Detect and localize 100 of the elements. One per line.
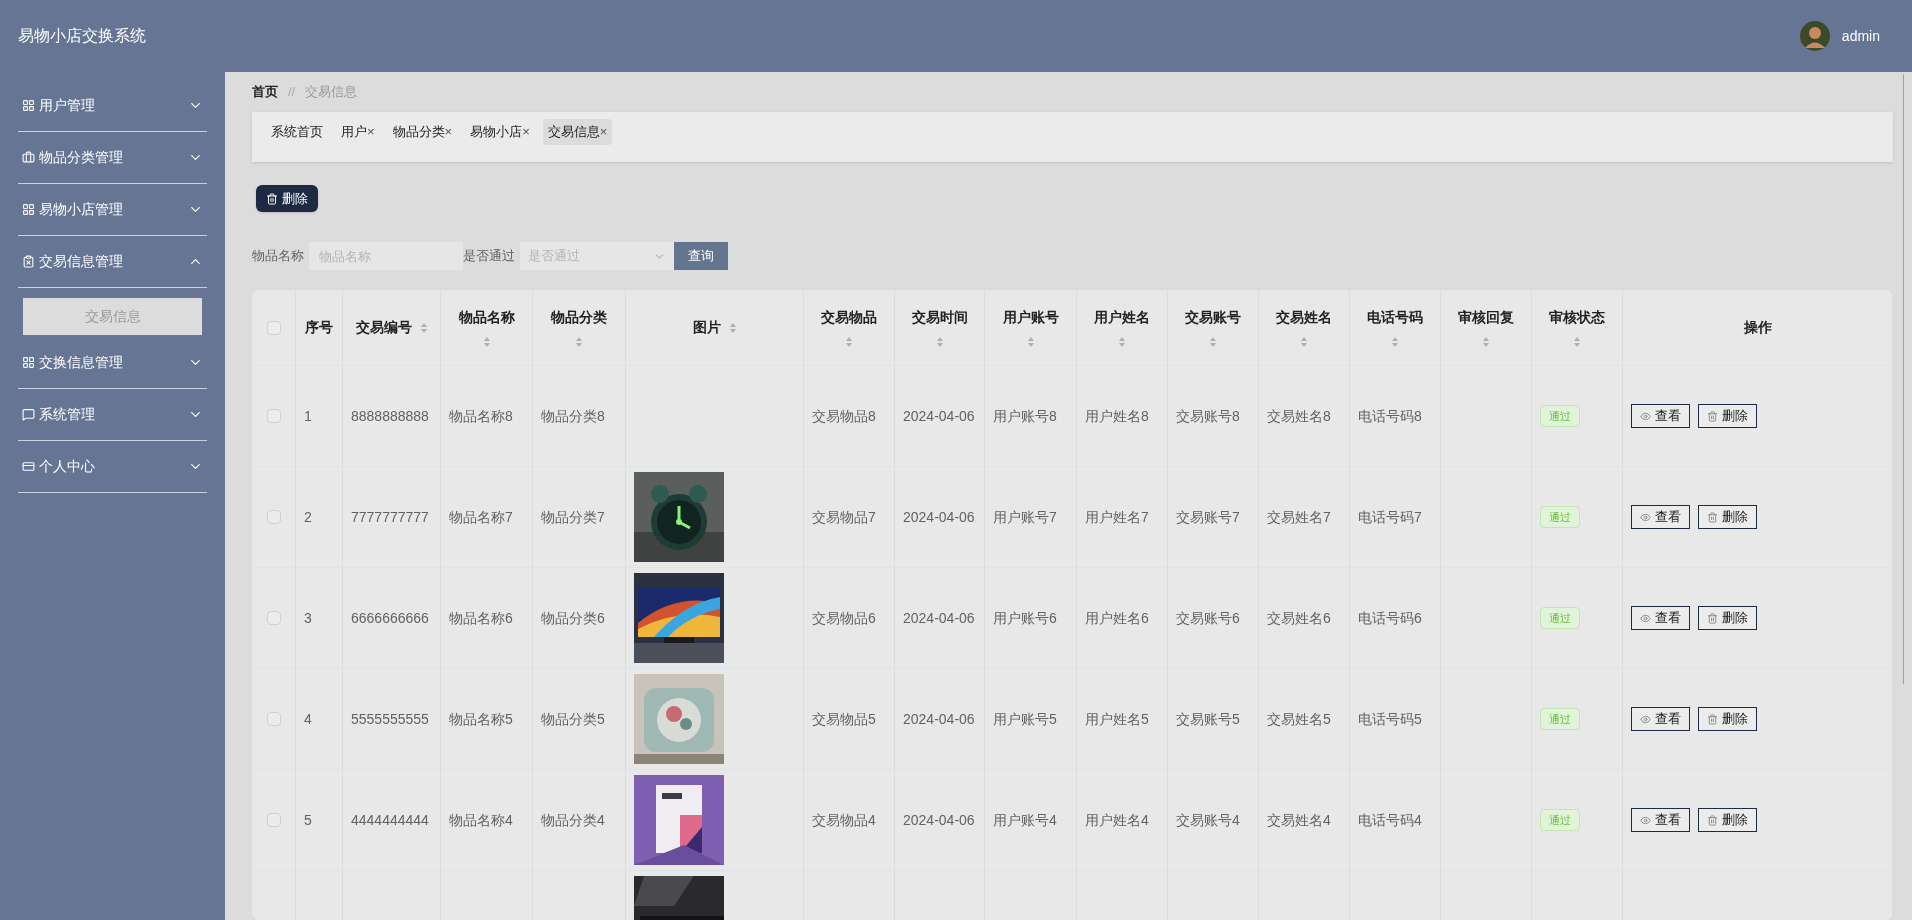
card-icon [22, 460, 35, 473]
table-cell-text: 物品分类5 [541, 709, 605, 729]
user-name[interactable]: admin [1841, 25, 1880, 47]
tab[interactable]: 用户× [336, 119, 380, 145]
column-header: 电话号码 [1367, 308, 1423, 327]
table-cell-text: 电话号码4 [1358, 810, 1422, 830]
sort-icon[interactable] [1391, 336, 1399, 348]
sort-icon[interactable] [575, 336, 583, 348]
sort-icon[interactable] [1573, 336, 1581, 348]
column-header: 物品名称 [458, 308, 515, 327]
column-header: 交易姓名 [1276, 308, 1332, 327]
eye-icon [1640, 612, 1651, 624]
sidebar-item[interactable]: 系统管理 [18, 389, 207, 441]
sidebar-item[interactable]: 交换信息管理 [18, 337, 207, 389]
table-cell-text: 2024-04-06 [903, 507, 975, 527]
eye-icon [1640, 814, 1651, 826]
trash-icon [1707, 814, 1718, 826]
table-cell-text: 交易姓名4 [1267, 810, 1331, 830]
table-cell-text: 1 [304, 406, 312, 426]
status-tag: 通过 [1540, 505, 1580, 529]
tab[interactable]: 交易信息× [542, 119, 613, 145]
tab[interactable]: 系统首页 [266, 119, 328, 145]
table-cell-text: 2024-04-06 [903, 406, 975, 426]
table-cell-text: 用户账号4 [993, 810, 1057, 830]
sort-icon[interactable] [1026, 336, 1035, 348]
tab[interactable]: 易物小店× [465, 119, 535, 145]
table-cell-text: 交易物品4 [812, 810, 876, 830]
table-cell-text: 交易账号5 [1176, 709, 1240, 729]
table-cell-text: 物品名称4 [449, 810, 513, 830]
column-header: 用户账号 [1002, 308, 1059, 327]
sort-icon[interactable] [419, 321, 428, 334]
sort-icon[interactable] [845, 336, 853, 348]
sort-icon[interactable] [1118, 336, 1126, 348]
sort-icon[interactable] [1209, 336, 1217, 348]
checkbox[interactable] [266, 813, 281, 827]
view-button[interactable]: 查看 [1631, 404, 1690, 428]
sort-icon[interactable] [1300, 336, 1308, 348]
view-button[interactable]: 查看 [1631, 707, 1690, 731]
trash-icon [1707, 410, 1718, 422]
table-cell-text: 用户姓名7 [1085, 507, 1149, 527]
table-cell-text: 5555555555 [351, 709, 429, 729]
table-cell-text: 物品名称8 [449, 406, 513, 426]
table-cell-text: 物品名称6 [449, 608, 513, 628]
trash-icon [266, 192, 278, 205]
sidebar-item[interactable]: 物品分类管理 [18, 132, 207, 184]
table-cell-text: 2024-04-06 [903, 608, 975, 628]
table-cell-text: 6666666666 [351, 608, 429, 628]
view-button[interactable]: 查看 [1631, 606, 1690, 630]
sort-icon[interactable] [728, 321, 737, 334]
column-header: 审核状态 [1549, 308, 1605, 327]
view-button[interactable]: 查看 [1631, 505, 1690, 529]
checkbox[interactable] [266, 712, 281, 726]
table-cell-text: 交易姓名5 [1267, 709, 1331, 729]
tab[interactable]: 物品分类× [387, 119, 458, 145]
delete-button[interactable]: 删除 [1698, 606, 1757, 630]
checkbox[interactable] [266, 611, 281, 625]
delete-button[interactable]: 删除 [1698, 707, 1757, 731]
column-header: 审核回复 [1458, 308, 1514, 327]
table-cell-text: 交易物品5 [812, 709, 876, 729]
table-cell-text: 交易物品6 [812, 608, 876, 628]
delete-button[interactable]: 删除 [1698, 505, 1757, 529]
table-cell-text: 物品名称7 [449, 507, 513, 527]
table-cell-text: 电话号码7 [1358, 507, 1422, 527]
trash-icon [1707, 511, 1718, 523]
chat-icon [22, 408, 35, 421]
view-button[interactable]: 查看 [1631, 808, 1690, 832]
delete-button[interactable]: 删除 [1698, 404, 1757, 428]
status-tag: 通过 [1540, 707, 1580, 731]
table-cell-text: 物品名称5 [449, 709, 513, 729]
table-cell-text: 交易物品7 [812, 507, 876, 527]
table-cell-text: 2 [304, 507, 312, 527]
delete-button[interactable]: 删除 [256, 185, 318, 212]
table-cell-text: 交易账号7 [1176, 507, 1240, 527]
delete-button[interactable]: 删除 [1698, 808, 1757, 832]
table-cell-text: 2024-04-06 [903, 810, 975, 830]
eye-icon [1640, 511, 1651, 523]
scrollbar[interactable] [1903, 74, 1904, 684]
sort-icon[interactable] [482, 336, 491, 348]
table-cell-text: 7777777777 [351, 507, 429, 527]
clipboard-icon [22, 255, 35, 268]
sidebar-item[interactable]: 个人中心 [18, 441, 207, 493]
table-cell-text: 用户姓名5 [1085, 709, 1149, 729]
checkbox[interactable] [266, 409, 281, 423]
breadcrumb-link[interactable]: 首页 [252, 82, 278, 102]
sort-icon[interactable] [935, 336, 944, 348]
grid-icon [22, 203, 35, 216]
table-cell-text: 用户姓名6 [1085, 608, 1149, 628]
search-button[interactable]: 查询 [674, 242, 728, 270]
table-cell-text: 物品分类6 [541, 608, 605, 628]
breadcrumb-current: 交易信息 [305, 83, 358, 102]
sidebar-item[interactable]: 交易信息管理 [18, 236, 207, 288]
checkbox[interactable] [266, 510, 281, 524]
sort-icon[interactable] [1482, 336, 1490, 348]
sidebar-item[interactable]: 易物小店管理 [18, 184, 207, 236]
checkbox[interactable] [266, 320, 281, 335]
column-header: 操作 [1743, 318, 1772, 337]
grid-icon [22, 356, 35, 369]
sidebar-item[interactable]: 用户管理 [18, 80, 207, 132]
avatar[interactable] [1799, 21, 1830, 51]
eye-icon [1640, 713, 1651, 725]
